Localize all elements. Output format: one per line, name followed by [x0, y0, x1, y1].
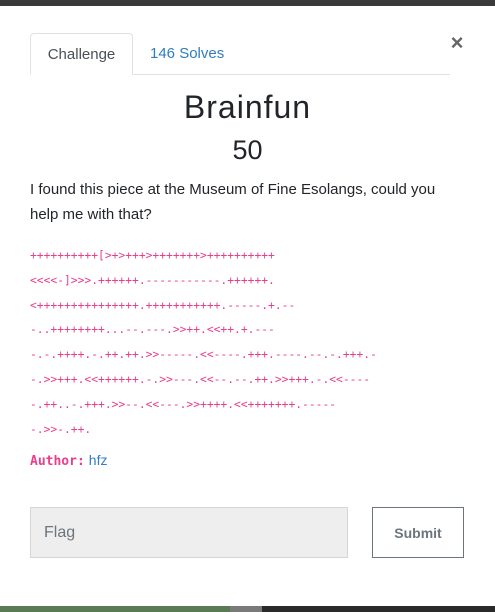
modal-tabs: Challenge 146 Solves [30, 33, 450, 75]
code-line: ++++++++++[>+>+++>+++++++>++++++++++ [30, 249, 275, 262]
author-label: Author: [30, 454, 85, 469]
challenge-description: I found this piece at the Museum of Fine… [30, 181, 436, 223]
submit-button[interactable]: Submit [372, 507, 464, 558]
code-line: -.>>+++.<<++++++.-.>>---.<<--.--.++.>>++… [30, 372, 371, 386]
close-icon[interactable]: × [446, 31, 468, 55]
code-line: -..++++++++...--.---.>>++.<<++.+.--- [30, 323, 275, 337]
top-bar [0, 0, 495, 6]
flag-input[interactable] [30, 507, 348, 558]
code-line: -.++..-.+++.>>--.<<---.>>++++.<<+++++++.… [30, 397, 337, 411]
challenge-points: 50 [232, 135, 263, 165]
author-line: Author: hfz [30, 452, 107, 469]
tab-solves[interactable]: 146 Solves [150, 33, 250, 74]
code-line: <+++++++++++++++.+++++++++++.-----.+.-- [30, 298, 296, 312]
code-line: -.>>-.++. [30, 422, 92, 436]
bottom-strip [0, 606, 495, 612]
author-name: hfz [88, 452, 108, 468]
code-line: <<<<-]>>>.++++++.-----------.++++++. [30, 273, 275, 287]
code-line: -.-.++++.-.++.++.>>-----.<<----.+++.----… [30, 348, 377, 362]
challenge-title: Brainfun [183, 89, 312, 125]
challenge-code: ++++++++++[>+>+++>+++++++>++++++++++ <<<… [30, 244, 470, 442]
tab-challenge[interactable]: Challenge [30, 33, 133, 75]
